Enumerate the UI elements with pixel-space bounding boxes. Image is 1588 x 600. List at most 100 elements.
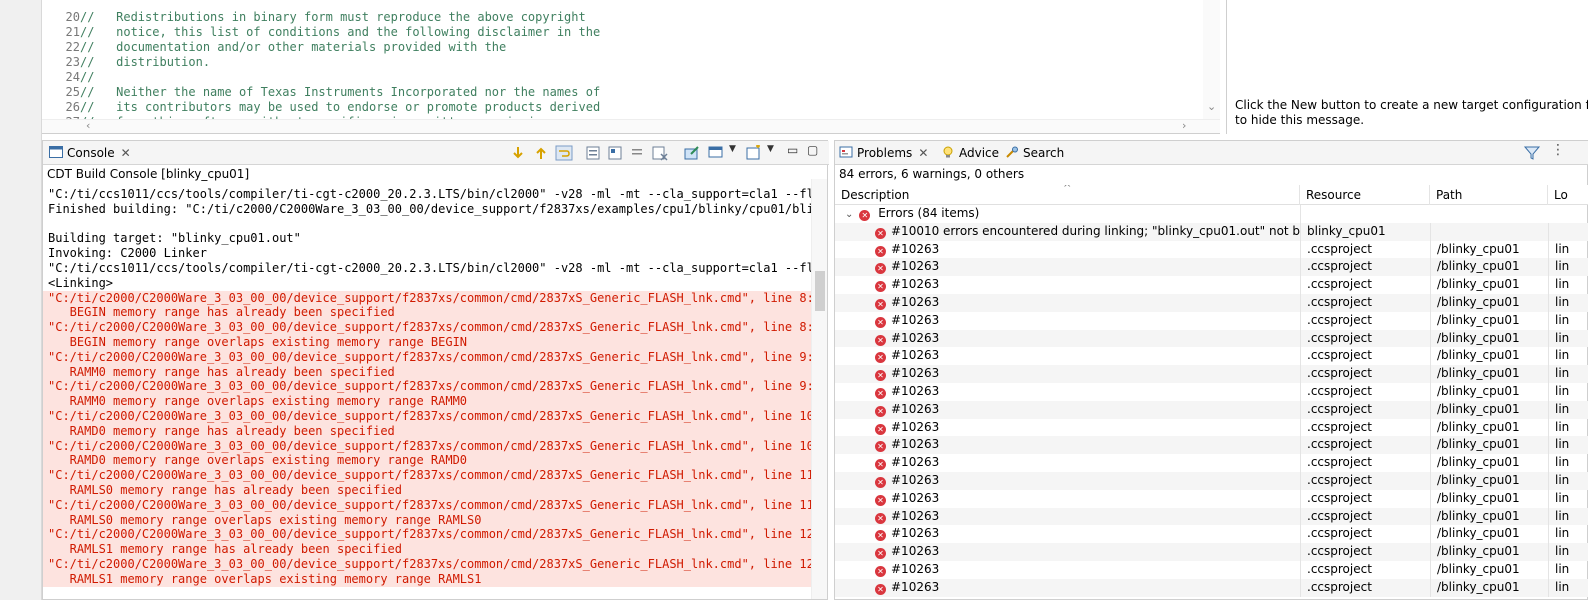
console-error-line: "C:/ti/c2000/C2000Ware_3_03_00_00/device… xyxy=(43,290,813,306)
error-icon: ✕ xyxy=(875,512,886,524)
tab-search[interactable]: Search xyxy=(1005,141,1064,165)
console-output[interactable]: "C:/ti/ccs1011/ccs/tools/compiler/ti-cgt… xyxy=(43,179,813,599)
line-number: 26 xyxy=(65,100,80,114)
new-console-icon[interactable] xyxy=(745,145,763,161)
column-header-resource[interactable]: Resource xyxy=(1300,185,1430,205)
column-header-location[interactable]: Lo xyxy=(1548,185,1588,205)
problem-row[interactable]: ✕ #10263 .ccsproject/blinky_cpu01 lin xyxy=(835,472,1588,490)
problem-description: #10263 xyxy=(891,526,940,541)
problem-row[interactable]: ✕ #10263 .ccsproject/blinky_cpu01 lin xyxy=(835,578,1588,597)
problem-row[interactable]: ✕ #10263 .ccsproject/blinky_cpu01 lin xyxy=(835,383,1588,401)
chevron-down-icon[interactable]: ⌄ xyxy=(845,206,853,223)
problem-path: /blinky_cpu01 xyxy=(1430,561,1548,579)
maximize-icon[interactable]: ▢ xyxy=(807,143,818,157)
problem-path: /blinky_cpu01 xyxy=(1430,276,1548,294)
problem-row[interactable]: ✕ #10263 .ccsproject/blinky_cpu01 lin xyxy=(835,276,1588,294)
error-icon: ✕ xyxy=(875,566,886,577)
problem-row[interactable]: ✕ #10263 .ccsproject/blinky_cpu01 lin xyxy=(835,561,1588,579)
problem-row[interactable]: ✕ #10263 .ccsproject/blinky_cpu01 lin xyxy=(835,418,1588,437)
tab-problems[interactable]: Problems ✕ xyxy=(839,141,928,165)
problem-row[interactable]: ✕ #10263 .ccsproject/blinky_cpu01 lin xyxy=(835,543,1588,561)
show-console-icon[interactable] xyxy=(629,145,647,161)
scroll-left-icon[interactable]: ‹ xyxy=(86,119,90,132)
line-text: // documentation and/or other materials … xyxy=(80,40,507,54)
problem-row[interactable]: ✕ #10263 .ccsproject/blinky_cpu01 lin xyxy=(835,507,1588,526)
open-console-icon[interactable] xyxy=(683,145,701,161)
problem-resource: .ccsproject xyxy=(1300,561,1430,579)
error-icon: ✕ xyxy=(875,405,886,417)
problem-row[interactable]: ✕ #10263 .ccsproject/blinky_cpu01 lin xyxy=(835,258,1588,277)
problem-resource: .ccsproject xyxy=(1300,489,1430,508)
problem-row[interactable]: ✕ #10263 .ccsproject/blinky_cpu01 lin xyxy=(835,311,1588,330)
view-menu-icon[interactable]: ⋮ xyxy=(1551,142,1565,158)
scroll-down-icon[interactable]: ⌄ xyxy=(1207,100,1216,113)
problem-row[interactable]: ✕ #10263 .ccsproject/blinky_cpu01 lin xyxy=(835,347,1588,366)
problem-row[interactable]: ✕ #10010 errors encountered during linkin… xyxy=(835,222,1588,241)
problems-group-errors[interactable]: ⌄ ✕ Errors (84 items) xyxy=(835,205,1588,223)
close-icon[interactable]: ✕ xyxy=(121,141,131,165)
column-header-description[interactable]: Description ^ xyxy=(835,185,1300,205)
problem-row[interactable]: ✕ #10263 .ccsproject/blinky_cpu01 lin xyxy=(835,400,1588,419)
problem-description: #10263 xyxy=(891,508,940,523)
problem-row[interactable]: ✕ #10263 .ccsproject/blinky_cpu01 lin xyxy=(835,436,1588,455)
scroll-right-icon[interactable]: › xyxy=(1182,119,1186,132)
console-error-line: "C:/ti/c2000/C2000Ware_3_03_00_00/device… xyxy=(43,379,813,395)
problem-resource: .ccsproject xyxy=(1300,543,1430,561)
problem-path: /blinky_cpu01 xyxy=(1430,525,1548,544)
target-message-hide-link[interactable]: to hide this message. xyxy=(1235,113,1588,128)
problem-path: /blinky_cpu01 xyxy=(1430,311,1548,330)
code-editor[interactable]: 20// Redistributions in binary form must… xyxy=(42,0,1220,134)
minimize-icon[interactable]: ▭ xyxy=(787,143,798,157)
problem-row[interactable]: ✕ #10263 .ccsproject/blinky_cpu01 lin xyxy=(835,454,1588,472)
remove-launch-icon[interactable] xyxy=(651,145,669,161)
column-header-path[interactable]: Path xyxy=(1430,185,1548,205)
console-error-line: RAMLS1 memory range overlaps existing me… xyxy=(43,571,813,587)
display-selected-console-icon[interactable] xyxy=(707,145,725,161)
problem-path: /blinky_cpu01 xyxy=(1430,454,1548,472)
problem-row[interactable]: ✕ #10263 .ccsproject/blinky_cpu01 lin xyxy=(835,489,1588,508)
problem-row[interactable]: ✕ #10263 .ccsproject/blinky_cpu01 lin xyxy=(835,294,1588,312)
filter-icon[interactable] xyxy=(1523,145,1541,161)
problem-description: #10263 xyxy=(891,437,940,452)
problem-row[interactable]: ✕ #10263 .ccsproject/blinky_cpu01 lin xyxy=(835,329,1588,348)
problem-row[interactable]: ✕ #10263 .ccsproject/blinky_cpu01 lin xyxy=(835,365,1588,383)
word-wrap-icon[interactable] xyxy=(555,145,573,161)
editor-vertical-scrollbar[interactable]: ⌄ xyxy=(1203,0,1220,120)
problem-description: #10263 xyxy=(891,544,940,559)
error-icon: ✕ xyxy=(875,494,886,506)
console-line: Finished building: "C:/ti/c2000/C2000War… xyxy=(48,201,813,216)
console-error-line: BEGIN memory range overlaps existing mem… xyxy=(43,335,813,350)
clear-console-icon[interactable] xyxy=(585,145,603,161)
lightbulb-icon xyxy=(943,146,953,158)
problem-description: #10263 xyxy=(891,473,940,487)
problem-row[interactable]: ✕ #10263 .ccsproject/blinky_cpu01 lin xyxy=(835,525,1588,544)
problem-row[interactable]: ✕ #10263 .ccsproject/blinky_cpu01 lin xyxy=(835,240,1588,259)
tab-console[interactable]: Console ✕ xyxy=(49,141,131,165)
console-error-line: RAMLS0 memory range overlaps existing me… xyxy=(43,512,813,528)
problem-resource: .ccsproject xyxy=(1300,383,1430,401)
chevron-down-icon[interactable]: ▼ xyxy=(729,144,736,154)
close-icon[interactable]: ✕ xyxy=(918,141,928,165)
target-configurations-panel: Click the New button to create a new tar… xyxy=(1226,0,1588,134)
line-text: // notice, this list of conditions and t… xyxy=(80,25,601,39)
problem-path: /blinky_cpu01 xyxy=(1430,400,1548,419)
console-vertical-scrollbar[interactable] xyxy=(811,179,827,599)
problem-description: #10010 errors encountered during linking… xyxy=(891,223,1300,238)
arrow-up-icon[interactable] xyxy=(532,145,550,161)
editor-line: 25// Neither the name of Texas Instrumen… xyxy=(42,85,601,100)
console-scroll-thumb[interactable] xyxy=(815,271,825,311)
chevron-down-icon[interactable]: ▼ xyxy=(767,144,774,154)
pin-console-icon[interactable] xyxy=(607,145,625,161)
console-error-line: "C:/ti/c2000/C2000Ware_3_03_00_00/device… xyxy=(43,497,813,513)
error-icon: ✕ xyxy=(859,210,871,221)
tab-advice[interactable]: Advice xyxy=(941,141,999,165)
problem-description: #10263 xyxy=(891,366,940,381)
error-icon: ✕ xyxy=(875,423,886,435)
problem-path: /blinky_cpu01 xyxy=(1430,472,1548,490)
console-error-line: "C:/ti/c2000/C2000Ware_3_03_00_00/device… xyxy=(43,438,813,454)
error-icon: ✕ xyxy=(875,441,886,453)
scroll-lock-down-icon[interactable] xyxy=(509,145,527,161)
problem-location: lin xyxy=(1548,525,1588,544)
problem-location: lin xyxy=(1548,311,1588,330)
editor-horizontal-scrollbar[interactable]: ‹ › xyxy=(42,119,1220,133)
